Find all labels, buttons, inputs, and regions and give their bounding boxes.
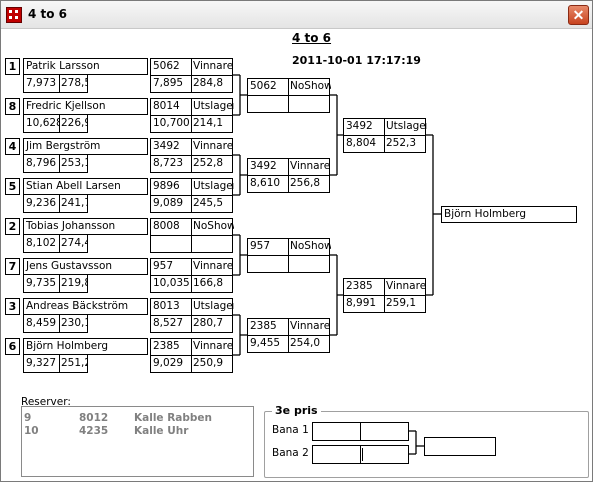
reserve-pos: 9 — [24, 412, 32, 424]
third-place-legend: 3e pris — [272, 404, 321, 417]
third-place-winner-field[interactable] — [424, 437, 496, 456]
reserve-number: 4235 — [79, 425, 109, 437]
lane-2-label: Bana 2 — [272, 447, 309, 459]
reserve-number: 8012 — [79, 412, 109, 424]
reserve-name: Kalle Uhr — [134, 425, 189, 437]
reserve-name: Kalle Rabben — [134, 412, 212, 424]
bracket-window: 4 to 6 ✕ 4 to 6 2011-10-01 17:17:19 1 Pat… — [0, 0, 593, 482]
lane-1-label: Bana 1 — [272, 424, 309, 436]
reserve-pos: 10 — [24, 425, 39, 437]
lane-1-field[interactable] — [312, 422, 409, 441]
lane-2-field[interactable] — [312, 445, 409, 464]
